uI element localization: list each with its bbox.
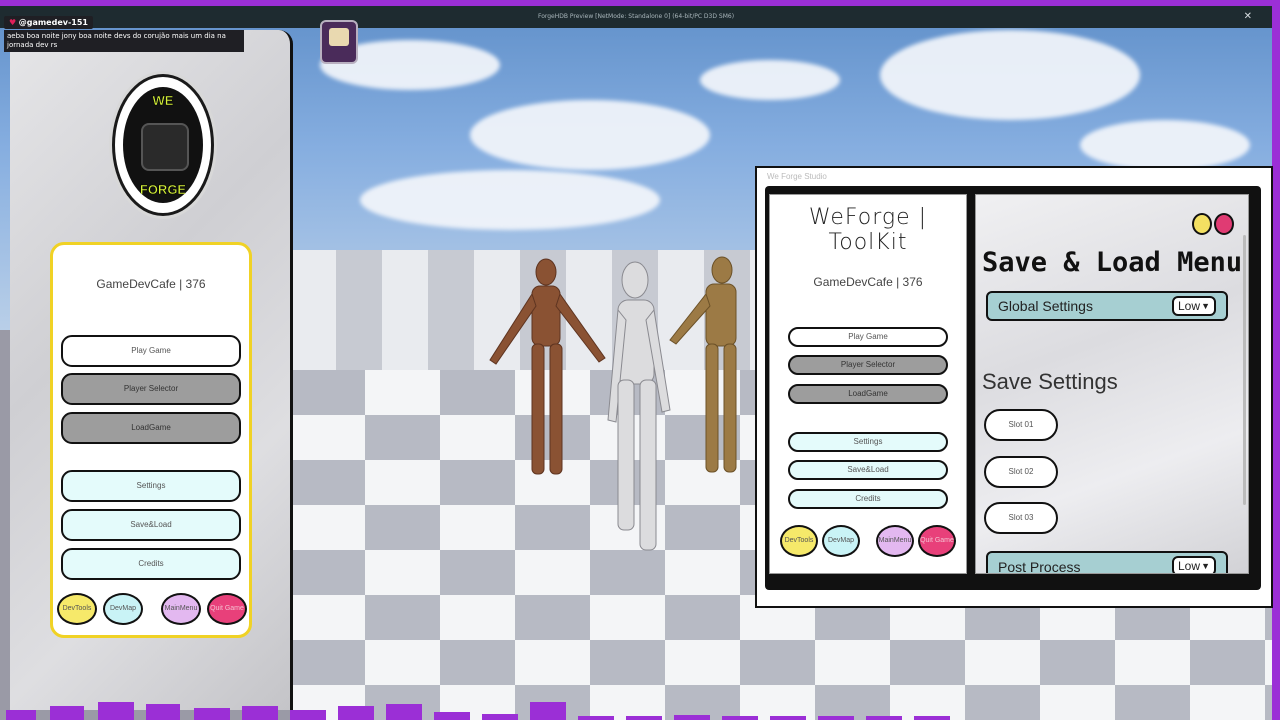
cloud: [880, 30, 1140, 120]
visualizer-bar: [818, 716, 854, 720]
audio-visualizer: [0, 696, 1280, 720]
visualizer-bar: [6, 710, 36, 720]
tk-player-selector-button[interactable]: Player Selector: [788, 355, 948, 375]
save-load-panel: Save & Load Menu Global Settings Low ▼ S…: [975, 194, 1249, 574]
visualizer-bar: [338, 706, 374, 720]
slot-03-button[interactable]: Slot 03: [984, 502, 1058, 534]
post-process-row: Post Process Low ▼: [986, 551, 1228, 574]
global-settings-value: Low: [1178, 299, 1201, 313]
visualizer-bar: [578, 716, 614, 720]
visualizer-bar: [626, 716, 662, 720]
visualizer-bar: [674, 715, 710, 720]
global-settings-row: Global Settings Low ▼: [986, 291, 1228, 321]
tk-quit-game-button[interactable]: Quit Game: [918, 525, 956, 557]
tk-load-game-button[interactable]: LoadGame: [788, 384, 948, 404]
card-title: GameDevCafe | 376: [96, 277, 206, 291]
minimize-icon[interactable]: [1192, 213, 1212, 235]
post-process-dropdown[interactable]: Low ▼: [1172, 556, 1216, 573]
settings-button[interactable]: Settings: [61, 470, 241, 502]
tk-play-game-button[interactable]: Play Game: [788, 327, 948, 347]
visualizer-bar: [98, 702, 134, 720]
mannequin-tan: [669, 256, 737, 473]
toolkit-menu: WeForge | ToolKit GameDevCafe | 376 Play…: [769, 194, 967, 574]
save-load-button[interactable]: Save&Load: [61, 509, 241, 541]
chevron-down-icon: ▼: [1201, 301, 1210, 311]
visualizer-bar: [146, 704, 180, 720]
devtools-button[interactable]: DevTools: [57, 593, 97, 625]
chat-message: aeba boa noite jony boa noite devs do co…: [4, 30, 244, 52]
play-game-button[interactable]: Play Game: [61, 335, 241, 367]
main-menu-card: GameDevCafe | 376 Play Game Player Selec…: [50, 242, 252, 638]
mannequin-brown: [489, 258, 606, 475]
load-game-button[interactable]: LoadGame: [61, 412, 241, 444]
tk-save-load-button[interactable]: Save&Load: [788, 460, 948, 480]
slot-01-button[interactable]: Slot 01: [984, 409, 1058, 441]
left-menu-panel: WE FORGE GameDevCafe | 376 Play Game Pla…: [10, 30, 293, 710]
settings-scrollbar[interactable]: [1243, 235, 1246, 505]
quit-game-button[interactable]: Quit Game: [207, 593, 247, 625]
cloud: [360, 170, 660, 230]
slot-02-button[interactable]: Slot 02: [984, 456, 1058, 488]
mainmenu-button[interactable]: MainMenu: [161, 593, 201, 625]
chat-username: ♥ @gamedev-151: [4, 16, 93, 29]
channel-avatar-icon: [320, 20, 358, 64]
global-settings-label: Global Settings: [998, 298, 1093, 314]
chat-overlay: ♥ @gamedev-151 aeba boa noite jony boa n…: [4, 10, 244, 52]
tk-settings-button[interactable]: Settings: [788, 432, 948, 452]
close-icon[interactable]: [1214, 213, 1234, 235]
visualizer-bar: [482, 714, 518, 720]
visualizer-bar: [50, 706, 84, 720]
tk-devtools-button[interactable]: DevTools: [780, 525, 818, 557]
window-title: ForgeHDB Preview [NetMode: Standalone 0]…: [537, 13, 735, 20]
heart-icon: ♥: [9, 18, 17, 27]
weforge-logo: WE FORGE: [112, 74, 214, 216]
credits-button[interactable]: Credits: [61, 548, 241, 580]
mannequins: [489, 256, 737, 551]
player-selector-button[interactable]: Player Selector: [61, 373, 241, 405]
visualizer-bar: [434, 712, 470, 720]
toolkit-body: WeForge | ToolKit GameDevCafe | 376 Play…: [765, 186, 1261, 590]
tk-mainmenu-button[interactable]: MainMenu: [876, 525, 914, 557]
toolkit-window: We Forge Studio WeForge | ToolKit GameDe…: [755, 166, 1273, 608]
toolkit-brand: WeForge | ToolKit: [808, 205, 928, 255]
cloud: [1080, 120, 1250, 170]
close-icon[interactable]: ✕: [1244, 10, 1252, 24]
toolkit-caption: We Forge Studio: [767, 172, 827, 181]
save-load-title: Save & Load Menu: [982, 247, 1243, 278]
visualizer-bar: [530, 702, 566, 720]
global-settings-dropdown[interactable]: Low ▼: [1172, 296, 1216, 316]
visualizer-bar: [386, 704, 422, 720]
save-settings-heading: Save Settings: [982, 369, 1118, 394]
devmap-button[interactable]: DevMap: [103, 593, 143, 625]
cloud: [700, 60, 840, 100]
visualizer-bar: [290, 710, 326, 720]
tk-credits-button[interactable]: Credits: [788, 489, 948, 509]
post-process-label: Post Process: [998, 559, 1081, 574]
visualizer-bar: [866, 716, 902, 720]
logo-text-we: WE: [152, 93, 174, 109]
post-process-value: Low: [1178, 559, 1201, 573]
fist-controller-icon: [141, 123, 189, 171]
toolkit-card-title: GameDevCafe | 376: [813, 275, 923, 289]
visualizer-bar: [242, 706, 278, 720]
visualizer-bar: [722, 716, 758, 720]
visualizer-bar: [914, 716, 950, 720]
tk-devmap-button[interactable]: DevMap: [822, 525, 860, 557]
logo-text-forge: FORGE: [139, 182, 187, 198]
cloud: [470, 100, 710, 170]
chevron-down-icon: ▼: [1201, 561, 1210, 571]
visualizer-bar: [194, 708, 230, 720]
visualizer-bar: [770, 716, 806, 720]
mannequin-white: [607, 261, 671, 551]
stream-frame-right: [1272, 0, 1280, 720]
